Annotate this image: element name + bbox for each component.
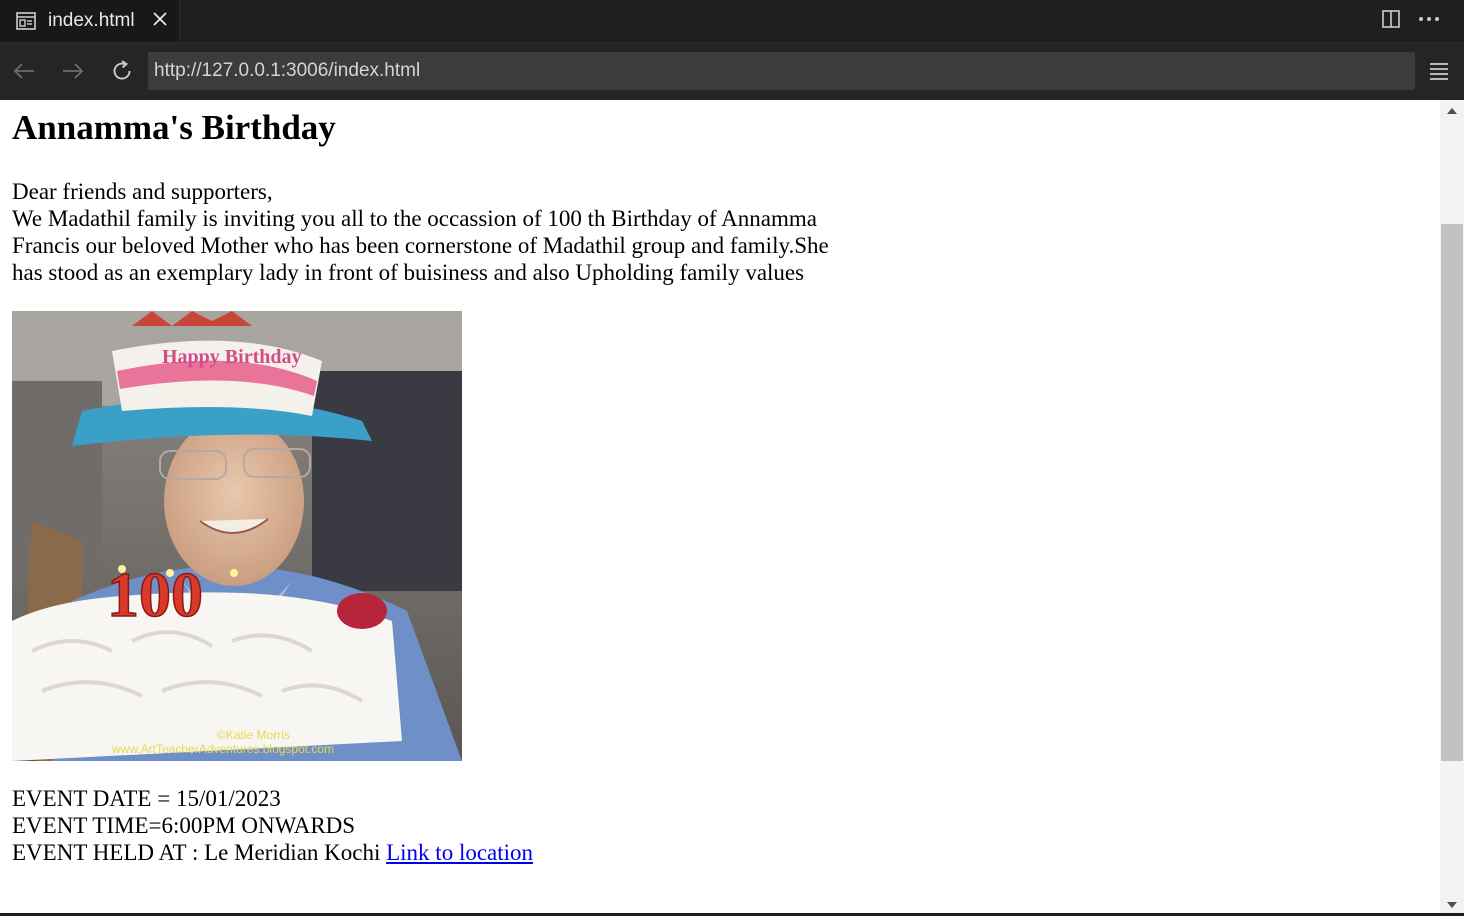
scroll-up-arrow-icon[interactable]	[1440, 100, 1464, 122]
invitation-text: Dear friends and supporters, We Madathil…	[12, 178, 832, 286]
location-link[interactable]: Link to location	[386, 840, 533, 865]
invitation-body: We Madathil family is inviting you all t…	[12, 206, 829, 285]
reload-icon[interactable]	[108, 57, 136, 85]
event-time: EVENT TIME=6:00PM ONWARDS	[12, 813, 356, 838]
event-details: EVENT DATE = 15/01/2023 EVENT TIME=6:00P…	[12, 785, 832, 866]
more-actions-icon[interactable]	[1416, 6, 1442, 32]
event-date: EVENT DATE = 15/01/2023	[12, 786, 281, 811]
preview-icon	[16, 12, 36, 30]
url-input[interactable]: http://127.0.0.1:3006/index.html	[148, 52, 1415, 90]
tab-title: index.html	[48, 10, 135, 31]
page-viewport: Annamma's Birthday Dear friends and supp…	[0, 100, 1440, 916]
tab-bar: index.html	[0, 0, 1464, 42]
navigation-bar: http://127.0.0.1:3006/index.html	[0, 42, 1464, 100]
page-content: Annamma's Birthday Dear friends and supp…	[12, 108, 832, 866]
forward-arrow-icon[interactable]	[59, 57, 87, 85]
menu-icon[interactable]	[1426, 57, 1452, 85]
event-place: EVENT HELD AT : Le Meridian Kochi	[12, 840, 387, 865]
back-arrow-icon[interactable]	[10, 57, 38, 85]
split-editor-icon[interactable]	[1378, 6, 1404, 32]
vertical-scrollbar[interactable]	[1440, 100, 1464, 916]
event-venue: EVENT HELD AT : Le Meridian Kochi Link t…	[12, 839, 832, 866]
tab-index-html[interactable]: index.html	[0, 0, 180, 42]
photo-watermark-url: www.ArtTeacherAdventures.blogspot.com	[111, 742, 334, 756]
close-icon[interactable]	[148, 8, 172, 32]
hat-text: Happy Birthday	[162, 346, 301, 368]
page-title: Annamma's Birthday	[12, 108, 336, 147]
birthday-photo: Happy Birthday 100 ©Katie Morris www.Art…	[12, 311, 462, 761]
greeting: Dear friends and supporters,	[12, 179, 273, 204]
photo-watermark-credit: ©Katie Morris	[217, 728, 290, 742]
scrollbar-thumb[interactable]	[1441, 224, 1463, 761]
